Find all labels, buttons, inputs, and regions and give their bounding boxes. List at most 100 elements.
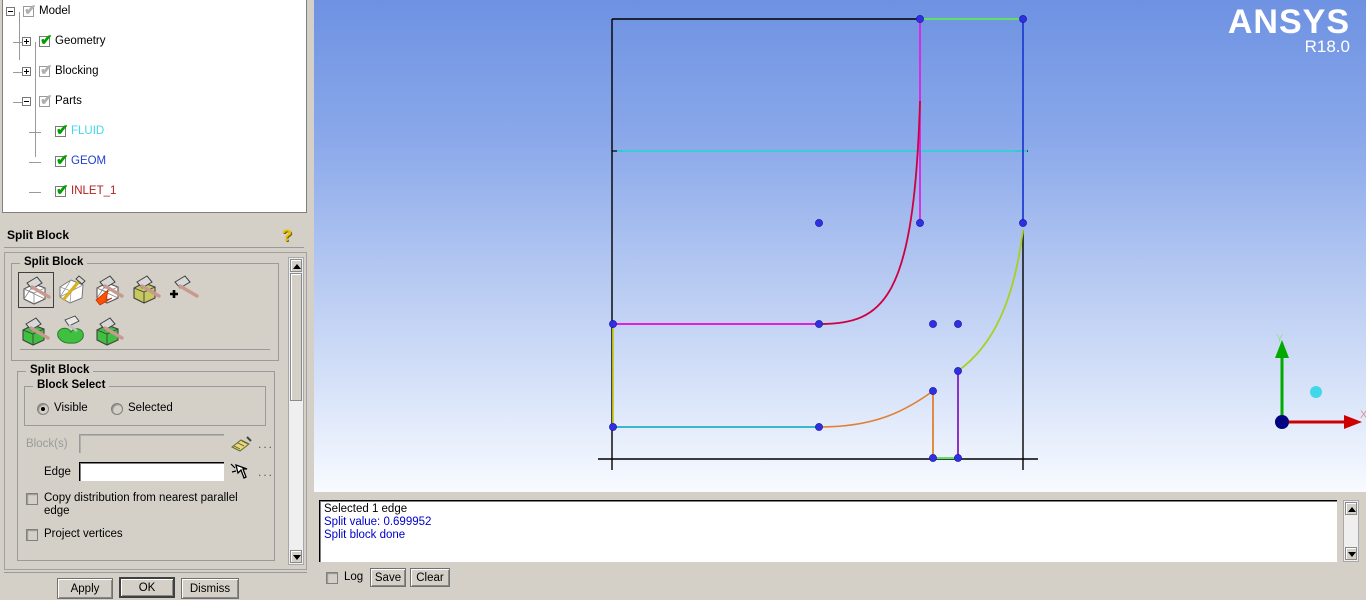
checkmark-icon: ✔ [40, 62, 53, 79]
collapse-icon[interactable] [22, 97, 31, 106]
split-block-icon-group: Split Block [11, 256, 279, 361]
more-options-button[interactable]: ... [258, 437, 274, 451]
message-line: Split value: 0.699952 [324, 516, 432, 528]
checkbox-label: Copy distribution from nearest parallel … [44, 492, 238, 517]
split-block-ogrid-icon[interactable] [55, 272, 91, 308]
tree-item-label: Blocking [55, 65, 99, 77]
vertex-point [609, 320, 617, 328]
help-icon[interactable]: ? [277, 226, 297, 246]
icon-group-label: Split Block [20, 256, 88, 268]
tree-item-label: GEOM [71, 155, 107, 167]
blocking-geometry [598, 15, 1038, 470]
select-edge-icon[interactable] [229, 461, 253, 483]
tree-item-parts[interactable]: ✔ Parts [3, 92, 306, 109]
tree-item-label: FLUID [71, 125, 105, 137]
select-blocks-icon[interactable] [229, 433, 253, 455]
message-scroll-up[interactable] [1345, 502, 1357, 515]
checkmark-icon: ✔ [24, 2, 37, 19]
vertex-point [815, 219, 823, 227]
dismiss-button[interactable]: Dismiss [181, 578, 239, 599]
checkmark-icon: ✔ [56, 152, 69, 169]
checkmark-icon: ✔ [40, 92, 53, 109]
icem-cfd-window: ✔ Model ✔ Geometry ✔ Blocking ✔ Parts ✔ FLUID ✔ GEO… [0, 0, 1366, 600]
vertex-point [1019, 219, 1027, 227]
save-button[interactable]: Save [370, 568, 406, 587]
message-log[interactable]: Selected 1 edge Split value: 0.699952 Spli… [319, 500, 1337, 562]
vertex-point [929, 387, 937, 395]
tree-item-model[interactable]: ✔ Model [3, 2, 306, 19]
vertex-point [954, 454, 962, 462]
radio-visible[interactable] [37, 403, 49, 415]
tree-connector [35, 42, 36, 157]
split-block-panel: Split Block Split Block Block Select Vis… [4, 252, 307, 570]
vertex-point [815, 423, 823, 431]
message-scrollbar[interactable] [1343, 500, 1359, 562]
left-panel: ✔ Model ✔ Geometry ✔ Blocking ✔ Parts ✔ FLUID ✔ GEO… [0, 0, 311, 600]
axis-label-x: X [1360, 409, 1366, 421]
expand-icon[interactable] [22, 67, 31, 76]
message-line: Split block done [324, 529, 406, 541]
dialog-buttons: Apply OK Dismiss [0, 572, 311, 600]
block-select-label: Block Select [33, 379, 110, 391]
button-bar-divider [4, 572, 307, 573]
vertex-point [1019, 15, 1027, 23]
options-group-label: Split Block [26, 364, 94, 376]
tree-item-geom[interactable]: ✔ GEOM [3, 152, 306, 169]
log-checkbox[interactable] [326, 572, 338, 584]
blocks-input[interactable] [79, 434, 224, 453]
checkmark-icon: ✔ [56, 122, 69, 139]
field-label-edge: Edge [44, 466, 71, 478]
model-tree[interactable]: ✔ Model ✔ Geometry ✔ Blocking ✔ Parts ✔ FLUID ✔ GEO… [2, 0, 307, 213]
edge-input[interactable] [79, 462, 224, 481]
message-area: Selected 1 edge Split value: 0.699952 Spli… [314, 494, 1366, 600]
ok-button[interactable]: OK [119, 577, 175, 598]
icon-group-divider [20, 349, 270, 350]
message-scroll-down[interactable] [1345, 547, 1357, 560]
panel-scrollbar[interactable] [288, 257, 304, 565]
apply-button[interactable]: Apply [57, 578, 113, 599]
split-block-free-icon[interactable] [166, 272, 202, 308]
split-block-body-icon[interactable] [92, 314, 128, 350]
collapse-icon[interactable] [6, 7, 15, 16]
panel-title: Split Block [7, 228, 70, 242]
tree-item-geometry[interactable]: ✔ Geometry [3, 33, 306, 49]
tree-item-inlet_1[interactable]: ✔ INLET_1 [3, 183, 306, 199]
tree-connector [19, 12, 20, 60]
tree-item-fluid[interactable]: ✔ FLUID [3, 122, 306, 139]
scroll-down-button[interactable] [290, 550, 302, 563]
split-block-face-icon[interactable] [129, 272, 165, 308]
graphics-viewport[interactable]: Y X ANSYS R18.0 [314, 0, 1366, 492]
tree-connector [29, 162, 41, 163]
expand-icon[interactable] [22, 37, 31, 46]
header-divider [4, 247, 304, 248]
tree-item-blocking[interactable]: ✔ Blocking [3, 62, 306, 79]
tree-item-label: INLET_1 [71, 185, 117, 197]
tree-item-label: Geometry [55, 35, 106, 47]
checkbox-copy-distribution[interactable] [26, 493, 38, 505]
vertex-point [929, 454, 937, 462]
vertex-point [929, 320, 937, 328]
split-block-2d-icon[interactable] [18, 314, 54, 350]
radio-label-selected: Selected [128, 402, 173, 414]
scrollbar-thumb[interactable] [290, 273, 302, 401]
split-block-icon[interactable] [18, 272, 54, 308]
panel-header: Split Block ? [0, 224, 311, 250]
split-block-extend-icon[interactable] [92, 272, 128, 308]
edge-orange-curve [818, 390, 934, 428]
vertex-point [954, 320, 962, 328]
block-select-group: Block Select Visible Selected [24, 379, 266, 426]
edge-yellowgreen-curve [957, 229, 1024, 372]
message-line: Selected 1 edge [324, 503, 408, 515]
tree-item-label: Model [39, 5, 71, 17]
clear-button[interactable]: Clear [410, 568, 450, 587]
radio-label-visible: Visible [54, 402, 88, 414]
checkbox-project-vertices[interactable] [26, 529, 38, 541]
vertex-point [916, 15, 924, 23]
scroll-up-button[interactable] [290, 259, 302, 272]
radio-selected[interactable] [111, 403, 123, 415]
axis-triad: Y X [1275, 333, 1366, 429]
split-block-surface-icon[interactable] [55, 314, 91, 350]
vertex-point [609, 423, 617, 431]
more-options-button[interactable]: ... [258, 465, 274, 479]
tree-item-label: Parts [55, 95, 82, 107]
